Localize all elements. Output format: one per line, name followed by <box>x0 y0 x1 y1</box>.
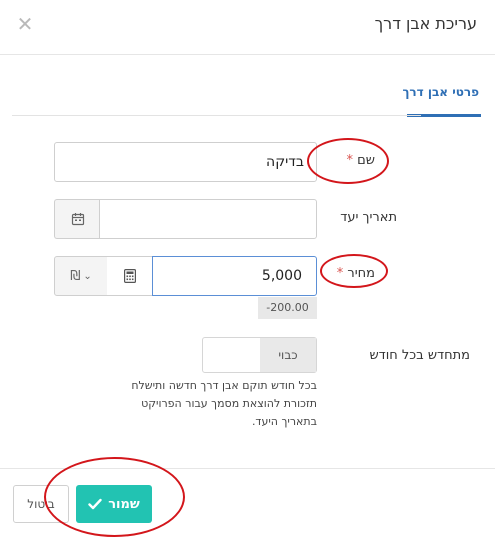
required-mark: * <box>346 153 354 168</box>
tab-milestone-details[interactable]: פרטי אבן דרך <box>402 85 479 99</box>
check-icon <box>88 498 102 510</box>
price-label: מחיר * <box>336 266 375 281</box>
cancel-button[interactable]: ביטול <box>13 485 69 523</box>
chevron-down-icon: ⌄ <box>83 270 92 282</box>
toggle-off-option[interactable]: כבוי <box>260 338 316 372</box>
modal-title: עריכת אבן דרך <box>374 14 477 33</box>
header-divider <box>0 54 495 55</box>
calendar-icon[interactable] <box>54 199 100 239</box>
price-hint: -200.00 <box>258 297 317 319</box>
currency-select[interactable]: ₪ ⌄ <box>54 256 108 296</box>
monthly-renewal-toggle[interactable]: כבוי <box>202 337 317 373</box>
close-icon[interactable]: ✕ <box>15 14 35 34</box>
name-label: שם * <box>346 153 375 168</box>
calculator-icon[interactable] <box>107 256 153 296</box>
monthly-renewal-help: בכל חודש תוקם אבן דרך חדשה ותישלח תזכורת… <box>131 379 317 428</box>
name-input[interactable]: בדיקה <box>54 142 317 182</box>
price-input[interactable]: 5,000 <box>152 256 317 296</box>
due-date-input[interactable] <box>99 199 317 239</box>
save-button[interactable]: שמור <box>76 485 152 523</box>
save-button-label: שמור <box>108 496 140 512</box>
required-mark: * <box>336 266 344 281</box>
tabs-divider <box>12 115 421 116</box>
due-date-label: תאריך יעד <box>340 210 397 225</box>
currency-symbol: ₪ <box>70 268 81 284</box>
footer-divider <box>0 468 495 469</box>
monthly-renewal-label: מתחדש בכל חודש <box>369 348 470 363</box>
